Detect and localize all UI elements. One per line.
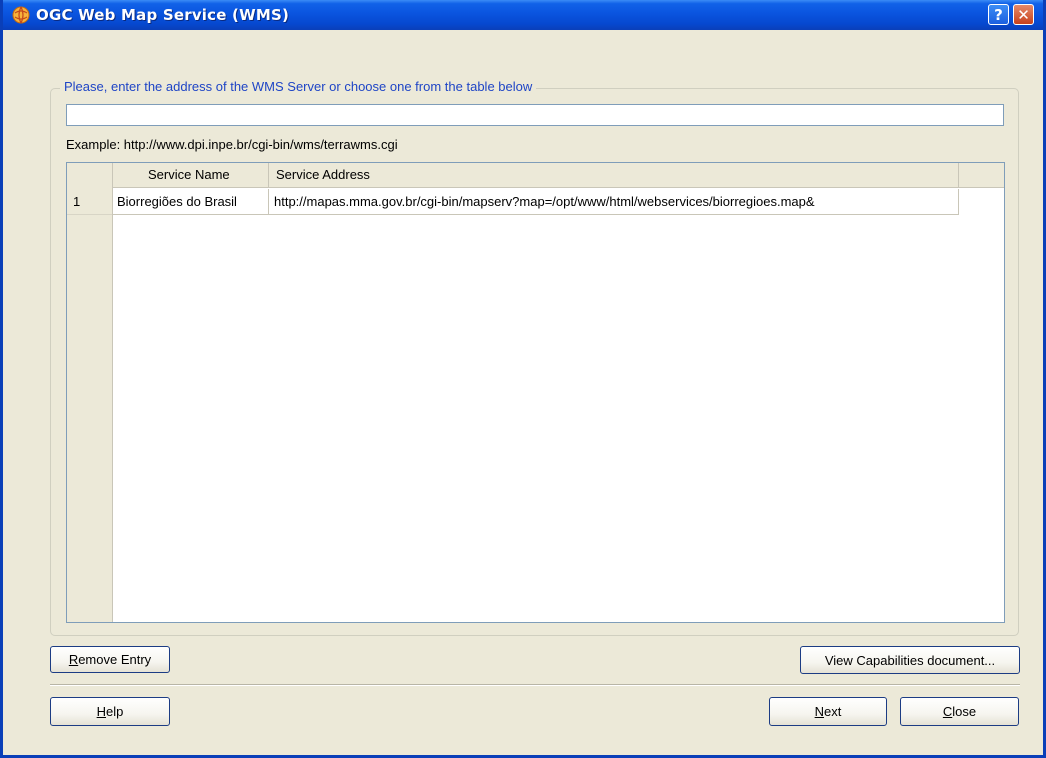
close-icon: ✕ — [1017, 5, 1030, 24]
help-label: elp — [106, 704, 124, 719]
app-globe-icon — [12, 6, 30, 24]
groupbox-legend: Please, enter the address of the WMS Ser… — [60, 79, 537, 94]
next-mnemonic: N — [814, 704, 825, 719]
help-title-button[interactable]: ? — [988, 4, 1009, 25]
column-header-filler — [959, 163, 1004, 188]
example-text: Example: http://www.dpi.inpe.br/cgi-bin/… — [66, 137, 398, 152]
remove-label: emove Entry — [78, 652, 152, 667]
help-mnemonic: H — [96, 704, 107, 719]
cell-service-address[interactable]: http://mapas.mma.gov.br/cgi-bin/mapserv?… — [269, 189, 959, 215]
close-label: lose — [952, 704, 977, 719]
question-icon: ? — [994, 5, 1003, 24]
close-mnemonic: C — [942, 704, 953, 719]
remove-mnemonic: R — [68, 652, 79, 667]
row-number[interactable]: 1 — [67, 189, 112, 215]
cell-service-name[interactable]: Biorregiões do Brasil — [113, 189, 269, 215]
close-title-button[interactable]: ✕ — [1013, 4, 1034, 25]
separator-line — [50, 684, 1020, 686]
window-title: OGC Web Map Service (WMS) — [36, 6, 290, 24]
next-label: ext — [824, 704, 842, 719]
next-button[interactable]: Next — [769, 697, 887, 726]
remove-entry-button[interactable]: Remove Entry — [50, 646, 170, 673]
view-capabilities-label: View Capabilities document... — [824, 652, 996, 668]
row-header-column — [67, 163, 113, 622]
services-table[interactable]: Service Name Service Address 1 Biorregiõ… — [66, 162, 1005, 623]
server-address-input[interactable] — [66, 104, 1004, 126]
help-button[interactable]: Help — [50, 697, 170, 726]
wms-dialog: OGC Web Map Service (WMS) ? ✕ Please, en… — [0, 0, 1046, 758]
title-bar[interactable]: OGC Web Map Service (WMS) ? ✕ — [3, 0, 1043, 30]
column-header-service-address[interactable]: Service Address — [269, 163, 959, 188]
view-capabilities-button[interactable]: View Capabilities document... — [800, 646, 1020, 674]
column-header-service-name[interactable]: Service Name — [113, 163, 269, 188]
close-button[interactable]: Close — [900, 697, 1019, 726]
